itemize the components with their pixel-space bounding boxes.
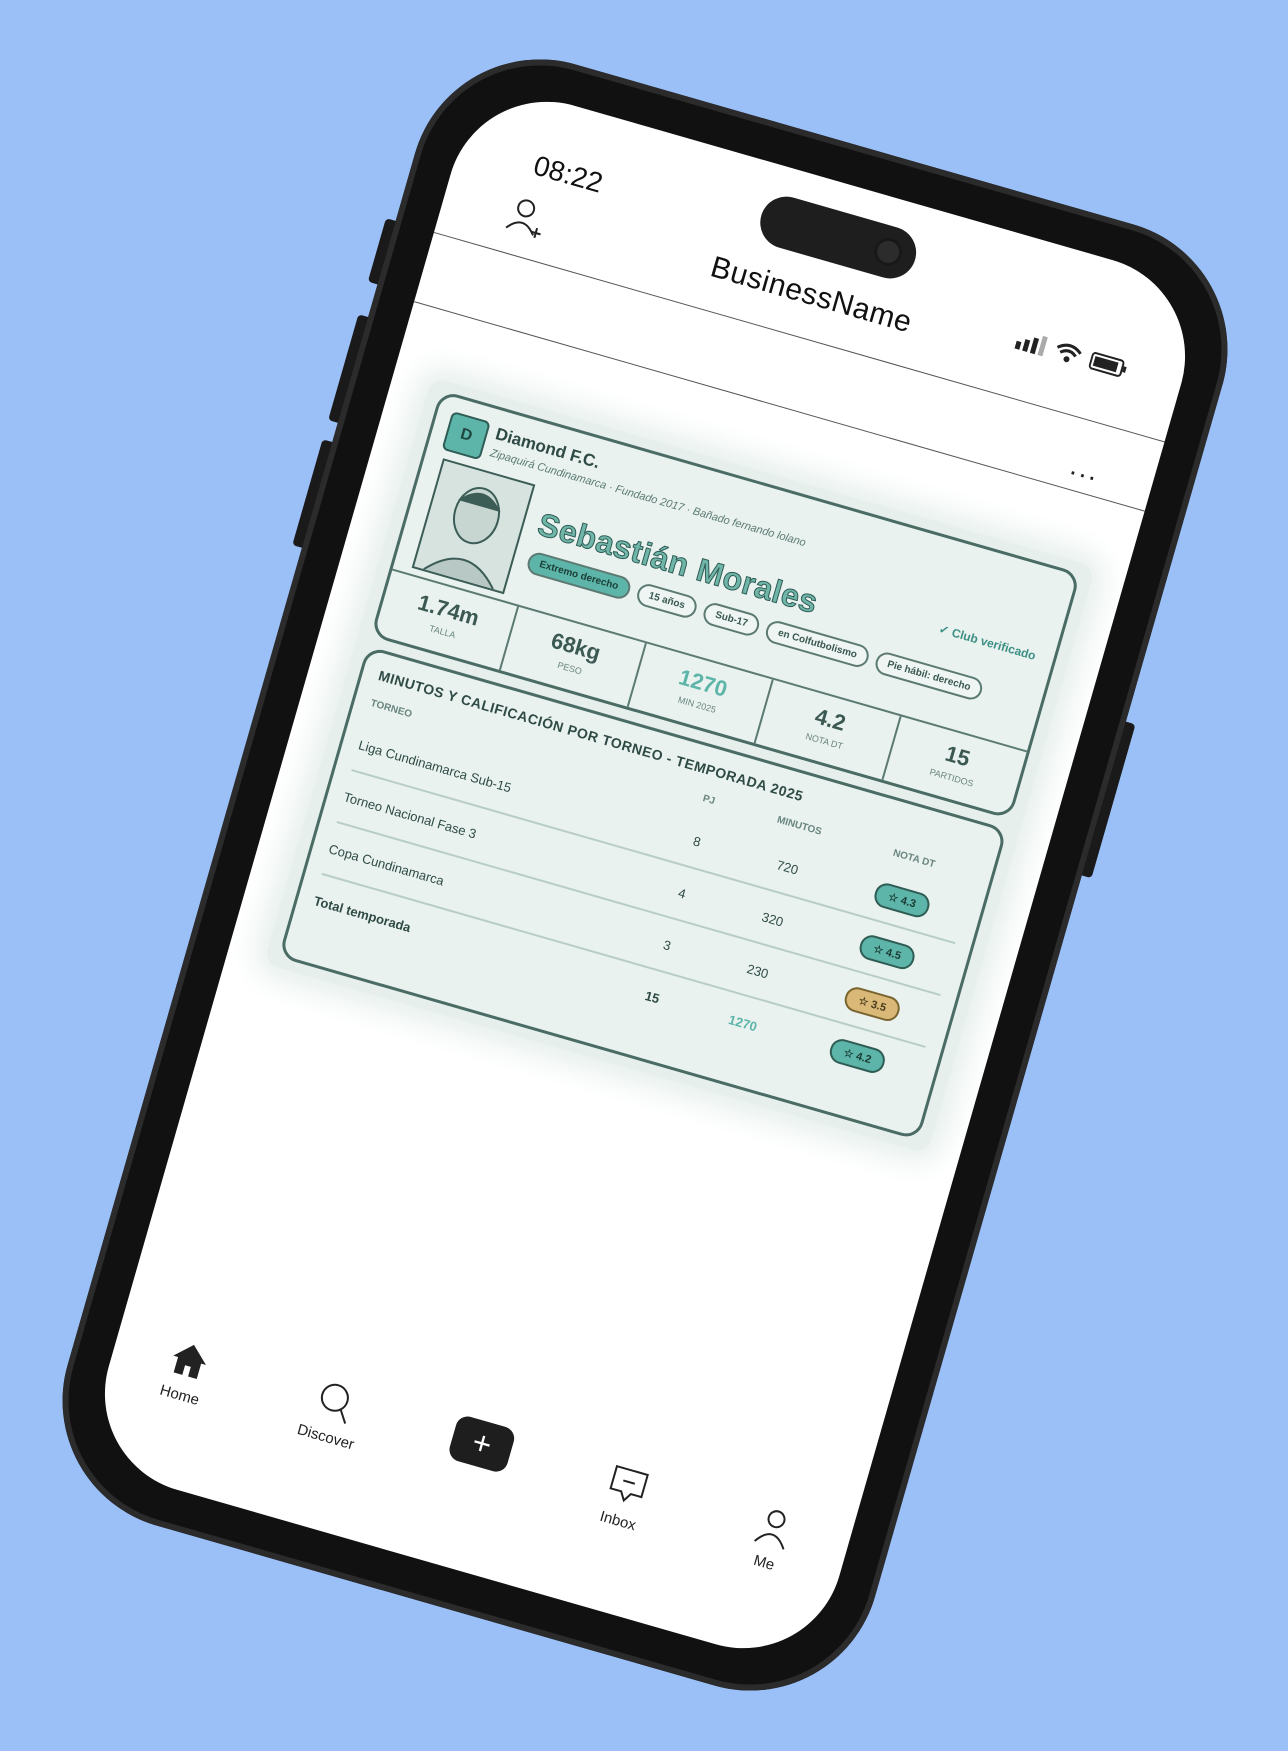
rating-badge: ☆ 4.2 — [827, 1035, 889, 1076]
chip-foot: Pie hábil: derecho — [872, 649, 985, 703]
chip-category: Sub-17 — [700, 600, 763, 639]
status-time: 08:22 — [530, 149, 607, 199]
chip-registry: en Colfutbolismo — [763, 618, 872, 670]
phone-screen: 08:22 BusinessName ... D Diamond F.C. Zi… — [81, 78, 1209, 1672]
rating-badge: ☆ 3.5 — [842, 983, 903, 1024]
chip-age: 15 años — [634, 581, 700, 621]
home-icon — [173, 1344, 206, 1379]
verified-badge: ✓ Club verificado — [937, 621, 1038, 663]
club-badge: D — [441, 410, 491, 461]
inbox-icon — [609, 1464, 649, 1503]
tab-home[interactable]: Home — [124, 1324, 248, 1419]
phone-device: 08:22 BusinessName ... D Diamond F.C. Zi… — [31, 28, 1259, 1722]
player-photo — [411, 458, 536, 595]
profile-icon — [754, 1510, 786, 1550]
rating-badge: ☆ 4.5 — [856, 932, 918, 972]
add-button[interactable]: + — [446, 1413, 518, 1475]
player-card-image: D Diamond F.C. Zipaquirá Cundinamarca · … — [263, 377, 1096, 1154]
rating-badge: ☆ 4.3 — [871, 880, 933, 920]
tab-me[interactable]: Me — [709, 1492, 833, 1587]
more-options-button[interactable]: ... — [1067, 449, 1104, 488]
search-icon — [320, 1383, 349, 1424]
tab-inbox[interactable]: Inbox — [563, 1450, 687, 1545]
tab-discover[interactable]: Discover — [270, 1366, 394, 1461]
camera-icon — [870, 234, 906, 270]
tab-add[interactable]: + — [423, 1408, 541, 1481]
player-portrait-icon — [423, 487, 501, 590]
